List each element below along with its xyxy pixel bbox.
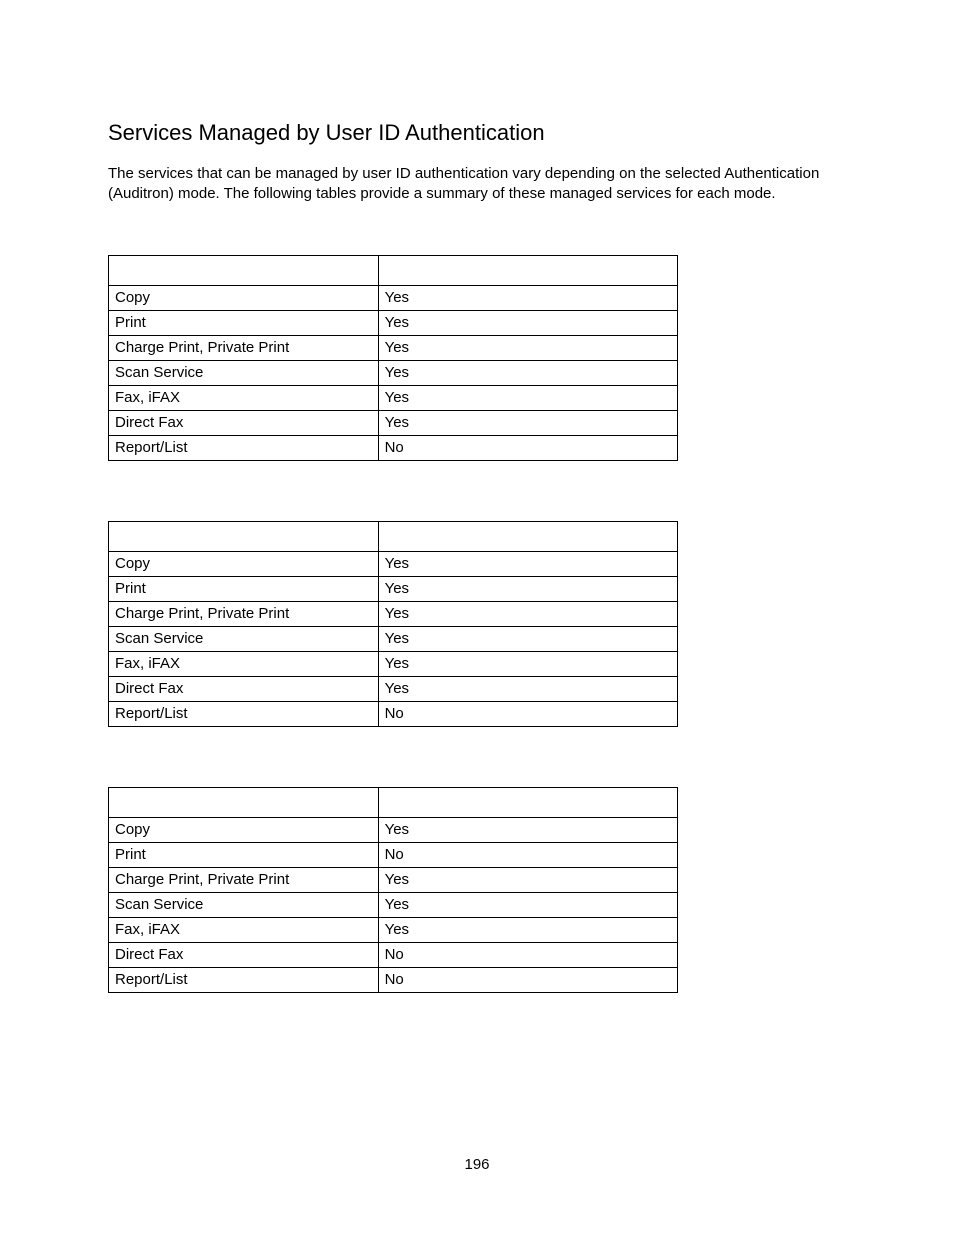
table-cell: Yes (378, 360, 677, 385)
table-cell: Scan Service (109, 360, 379, 385)
table-row: Print Yes (109, 310, 678, 335)
table-row: Fax, iFAX Yes (109, 651, 678, 676)
table-row: Report/List No (109, 701, 678, 726)
table-cell: Charge Print, Private Print (109, 601, 379, 626)
table-cell: No (378, 701, 677, 726)
table-cell: Copy (109, 551, 379, 576)
table-cell: Yes (378, 626, 677, 651)
services-table-3: Copy Yes Print No Charge Print, Private … (108, 787, 678, 993)
table-header-cell (109, 787, 379, 817)
table-cell: Yes (378, 817, 677, 842)
table-cell: Yes (378, 576, 677, 601)
table-row: Direct Fax Yes (109, 410, 678, 435)
table-row: Print Yes (109, 576, 678, 601)
table-header-cell (378, 521, 677, 551)
services-table-1: Copy Yes Print Yes Charge Print, Private… (108, 255, 678, 461)
table-cell: Copy (109, 817, 379, 842)
table-cell: Yes (378, 601, 677, 626)
table-cell: Fax, iFAX (109, 385, 379, 410)
table-cell: Yes (378, 310, 677, 335)
services-table-2: Copy Yes Print Yes Charge Print, Private… (108, 521, 678, 727)
table-row (109, 255, 678, 285)
table-row: Scan Service Yes (109, 892, 678, 917)
table-cell: Charge Print, Private Print (109, 335, 379, 360)
table-header-cell (378, 787, 677, 817)
table-row (109, 521, 678, 551)
table-row: Fax, iFAX Yes (109, 385, 678, 410)
table-row: Report/List No (109, 435, 678, 460)
table-row: Charge Print, Private Print Yes (109, 335, 678, 360)
table-cell: Yes (378, 867, 677, 892)
table-row: Print No (109, 842, 678, 867)
table-cell: No (378, 435, 677, 460)
table-row: Direct Fax Yes (109, 676, 678, 701)
table-row: Copy Yes (109, 817, 678, 842)
table-cell: Fax, iFAX (109, 651, 379, 676)
table-cell: Yes (378, 917, 677, 942)
table-cell: Yes (378, 385, 677, 410)
table-header-cell (109, 521, 379, 551)
table-row: Charge Print, Private Print Yes (109, 601, 678, 626)
table-cell: Charge Print, Private Print (109, 867, 379, 892)
table-cell: Yes (378, 551, 677, 576)
table-cell: Print (109, 842, 379, 867)
table-cell: No (378, 967, 677, 992)
table-cell: Direct Fax (109, 676, 379, 701)
table-cell: Direct Fax (109, 942, 379, 967)
intro-paragraph: The services that can be managed by user… (108, 164, 846, 205)
table-cell: Print (109, 576, 379, 601)
table-row: Scan Service Yes (109, 626, 678, 651)
table-row: Copy Yes (109, 285, 678, 310)
table-cell: Print (109, 310, 379, 335)
table-cell: Yes (378, 676, 677, 701)
table-row: Fax, iFAX Yes (109, 917, 678, 942)
table-cell: Scan Service (109, 892, 379, 917)
table-cell: Direct Fax (109, 410, 379, 435)
table-row: Scan Service Yes (109, 360, 678, 385)
table-cell: Fax, iFAX (109, 917, 379, 942)
table-cell: Yes (378, 285, 677, 310)
section-title: Services Managed by User ID Authenticati… (108, 120, 846, 146)
table-cell: Report/List (109, 701, 379, 726)
table-row: Copy Yes (109, 551, 678, 576)
table-cell: No (378, 842, 677, 867)
table-header-cell (378, 255, 677, 285)
table-cell: Yes (378, 651, 677, 676)
table-row (109, 787, 678, 817)
table-row: Charge Print, Private Print Yes (109, 867, 678, 892)
table-cell: Scan Service (109, 626, 379, 651)
table-cell: Yes (378, 335, 677, 360)
table-row: Report/List No (109, 967, 678, 992)
table-cell: No (378, 942, 677, 967)
table-row: Direct Fax No (109, 942, 678, 967)
table-header-cell (109, 255, 379, 285)
table-cell: Report/List (109, 967, 379, 992)
table-cell: Yes (378, 410, 677, 435)
table-cell: Yes (378, 892, 677, 917)
page-number: 196 (0, 1156, 954, 1173)
table-cell: Copy (109, 285, 379, 310)
table-cell: Report/List (109, 435, 379, 460)
